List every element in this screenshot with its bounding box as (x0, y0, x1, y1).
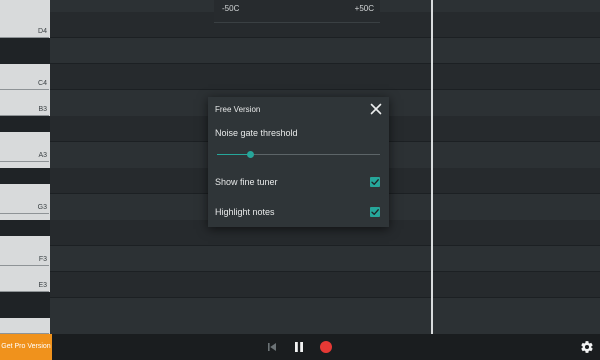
piano-key-b3[interactable]: B3 (0, 90, 49, 116)
slider-thumb[interactable] (246, 151, 254, 158)
piano-key-c4[interactable]: C4 (0, 64, 49, 90)
key-label: B3 (38, 106, 47, 113)
show-fine-tuner-label: Show fine tuner (215, 177, 278, 187)
lane-divider (50, 89, 600, 90)
lane (50, 246, 600, 272)
close-icon[interactable] (369, 102, 383, 116)
highlight-notes-label: Highlight notes (215, 207, 275, 217)
lane-divider (50, 37, 600, 38)
settings-dialog: Free Version Noise gate threshold Show f… (208, 97, 389, 227)
show-fine-tuner-checkbox[interactable] (370, 177, 380, 187)
record-icon[interactable] (319, 340, 333, 354)
lane-divider (50, 63, 600, 64)
lane (50, 38, 600, 64)
gear-icon[interactable] (580, 340, 594, 354)
key-label: A3 (38, 152, 47, 159)
piano-key-black[interactable] (0, 220, 50, 236)
piano-keyboard[interactable]: D4 C4 B3 A3 G3 F3 E3 (0, 0, 50, 334)
piano-key-black[interactable] (0, 116, 50, 132)
piano-key-black[interactable] (0, 168, 50, 184)
slider-fill (217, 154, 250, 155)
pause-icon[interactable] (292, 340, 306, 354)
check-icon (371, 209, 379, 215)
key-label: D4 (38, 28, 47, 35)
bottom-toolbar: Get Pro Version (0, 334, 600, 360)
highlight-notes-checkbox[interactable] (370, 207, 380, 217)
skip-previous-icon[interactable] (265, 340, 279, 354)
check-icon (371, 179, 379, 185)
fine-tuner: -50C +50C (214, 0, 380, 23)
key-label: C4 (38, 80, 47, 87)
lane-divider (50, 245, 600, 246)
tuner-min-label: -50C (222, 4, 240, 13)
piano-key-black[interactable] (0, 292, 50, 318)
lane (50, 272, 600, 298)
lane-divider (50, 271, 600, 272)
piano-key-d4[interactable]: D4 (0, 0, 49, 38)
get-pro-button[interactable]: Get Pro Version (0, 334, 52, 360)
key-label: G3 (37, 204, 47, 211)
key-label: E3 (38, 282, 47, 289)
tuner-max-label: +50C (354, 4, 374, 13)
noise-gate-slider[interactable] (217, 151, 380, 158)
playhead[interactable] (431, 0, 433, 334)
piano-key-e3[interactable]: E3 (0, 266, 49, 292)
key-label: F3 (38, 256, 47, 263)
piano-roll-app: D4 C4 B3 A3 G3 F3 E3 -50C +50C Free Vers… (0, 0, 600, 360)
piano-key-black[interactable] (0, 38, 50, 64)
noise-gate-label: Noise gate threshold (215, 128, 298, 138)
lane-divider (50, 297, 600, 298)
lane (50, 64, 600, 90)
dialog-title: Free Version (215, 105, 261, 114)
lane (50, 298, 600, 334)
